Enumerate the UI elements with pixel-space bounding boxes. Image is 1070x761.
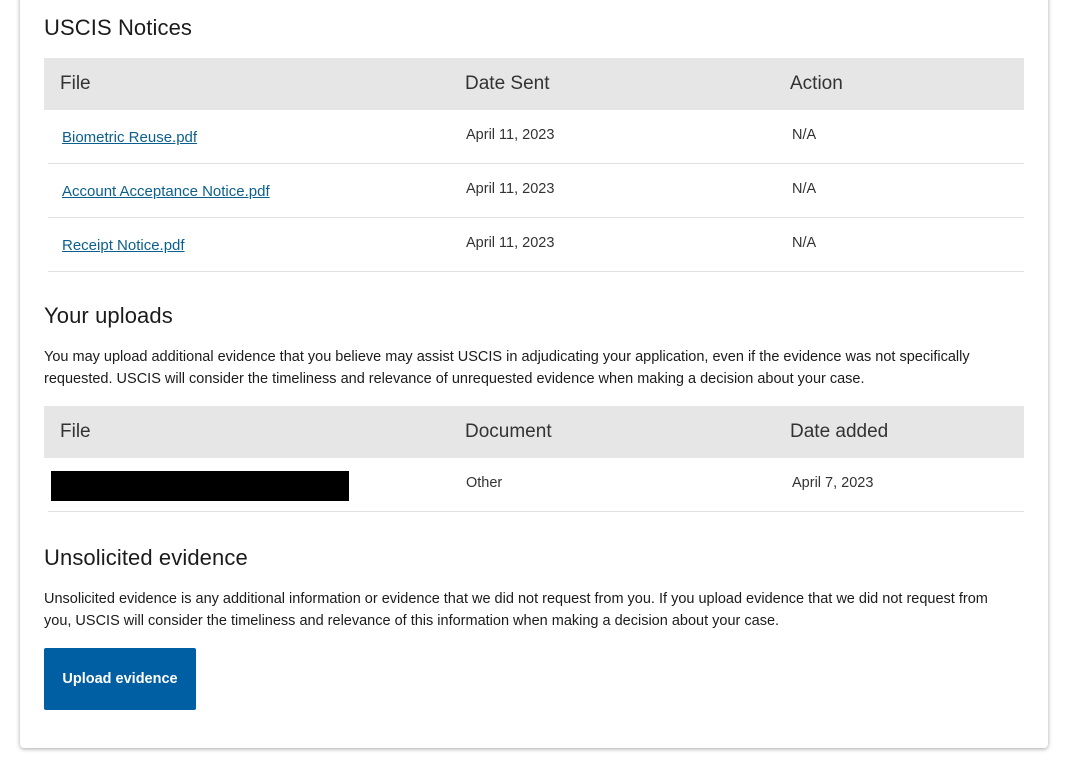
notice-file-link[interactable]: Biometric Reuse.pdf [62, 129, 197, 146]
uploads-table: File Document Date added Other April 7, … [44, 406, 1024, 512]
notice-file-link[interactable]: Account Acceptance Notice.pdf [62, 183, 270, 200]
uploads-table-header: File Document Date added [44, 406, 1024, 458]
notice-action: N/A [792, 181, 817, 197]
table-row: Biometric Reuse.pdf April 11, 2023 N/A [48, 110, 1024, 164]
notice-date: April 11, 2023 [466, 181, 555, 197]
upload-document-type: Other [466, 475, 503, 491]
uploads-col-date-added: Date added [790, 421, 889, 442]
notice-action: N/A [792, 127, 817, 143]
unsolicited-description: Unsolicited evidence is any additional i… [44, 591, 988, 629]
your-uploads-heading: Your uploads [44, 303, 173, 328]
table-row: Receipt Notice.pdf April 11, 2023 N/A [48, 218, 1024, 272]
notices-col-action: Action [790, 73, 843, 94]
notices-col-file: File [60, 73, 91, 94]
notice-date: April 11, 2023 [466, 235, 555, 251]
unsolicited-evidence-heading: Unsolicited evidence [44, 545, 248, 570]
redacted-file-name [51, 471, 349, 501]
upload-evidence-button[interactable]: Upload evidence [44, 648, 196, 710]
table-row: Account Acceptance Notice.pdf April 11, … [48, 164, 1024, 218]
table-row: Other April 7, 2023 [48, 458, 1024, 512]
documents-card: USCIS Notices File Date Sent Action Biom… [20, 0, 1048, 748]
uploads-description: You may upload additional evidence that … [44, 349, 970, 387]
notice-date: April 11, 2023 [466, 127, 555, 143]
uploads-col-file: File [60, 421, 91, 442]
notices-table: File Date Sent Action Biometric Reuse.pd… [44, 58, 1024, 272]
notice-file-link[interactable]: Receipt Notice.pdf [62, 237, 185, 254]
notices-col-date-sent: Date Sent [465, 73, 550, 94]
uploads-col-document: Document [465, 421, 552, 442]
upload-date-added: April 7, 2023 [792, 475, 874, 491]
notice-action: N/A [792, 235, 817, 251]
uscis-notices-heading: USCIS Notices [44, 15, 193, 40]
notices-table-header: File Date Sent Action [44, 58, 1024, 110]
